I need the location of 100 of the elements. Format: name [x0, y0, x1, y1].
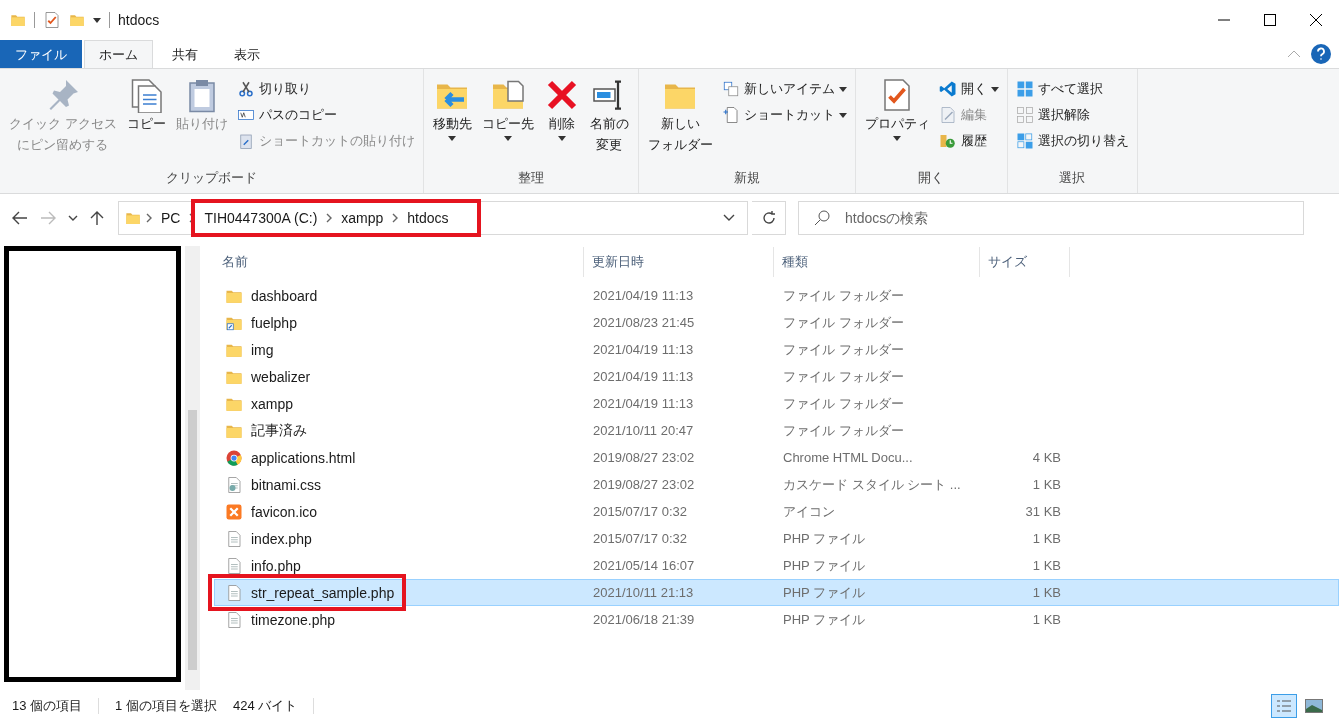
caret-icon[interactable]: [93, 17, 101, 23]
file-icon: [225, 610, 243, 629]
ribbon-button[interactable]: 削除: [540, 73, 583, 169]
ribbon-button[interactable]: 移動先: [429, 73, 475, 169]
minimize-icon: [1218, 19, 1230, 21]
file-row[interactable]: index.php 2015/07/17 0:32 PHP ファイル 1 KB: [214, 525, 1339, 552]
table-cell-text: PHP ファイル: [782, 610, 867, 629]
file-row[interactable]: bitnami.css 2019/08/27 23:02 カスケード スタイル シート ... 1 KB: [214, 471, 1339, 498]
ribbon-button[interactable]: 切り取り: [234, 77, 417, 101]
breadcrumb[interactable]: htdocs: [399, 210, 457, 226]
chevron-icon: [391, 213, 400, 223]
table-cell-text: 2021/10/11 20:47: [592, 423, 695, 438]
breadcrumb[interactable]: xampp: [333, 210, 392, 226]
file-name: timezone.php: [215, 610, 585, 629]
group-label: 開く: [917, 169, 946, 187]
column-header[interactable]: 更新日時: [584, 247, 774, 277]
file-row[interactable]: timezone.php 2021/06/18 21:39 PHP ファイル 1 KB: [214, 606, 1339, 633]
search-field[interactable]: htdocsの検索: [798, 201, 1304, 235]
file-row[interactable]: dashboard 2021/04/19 11:13 ファイル フォルダー: [214, 282, 1339, 309]
half-grid-icon: [1015, 132, 1034, 150]
file-name: fuelphp: [215, 313, 585, 332]
column-header[interactable]: 名前: [214, 247, 584, 277]
search-icon: [814, 210, 830, 226]
ribbon-button[interactable]: すべて選択: [1013, 77, 1131, 101]
empty-grid-icon: [1015, 106, 1034, 124]
list-icon: [1276, 699, 1292, 713]
file-name: favicon.ico: [215, 502, 585, 521]
file-row[interactable]: webalizer 2021/04/19 11:13 ファイル フォルダー: [214, 363, 1339, 390]
ribbon-button[interactable]: コピー: [123, 73, 169, 169]
chevron-icon: [145, 213, 153, 223]
table-cell-text: 1 KB: [1031, 612, 1062, 627]
ribbon-button[interactable]: 選択の切り替え: [1013, 129, 1131, 153]
file-row[interactable]: info.php 2021/05/14 16:07 PHP ファイル 1 KB: [214, 552, 1339, 579]
file-name: index.php: [215, 529, 585, 548]
back-arrow-icon: [12, 211, 28, 225]
table-cell-text: 2021/08/23 21:45: [592, 315, 696, 330]
ribbon-button[interactable]: 新しい フォルダー: [644, 73, 716, 169]
ribbon-button[interactable]: 履歴: [936, 129, 1001, 153]
edit-icon: [938, 106, 957, 124]
file-row[interactable]: applications.html 2019/08/27 23:02 Chrome HTML Docu... 4 KB: [214, 444, 1339, 471]
group-label: 整理: [516, 169, 545, 187]
breadcrumb[interactable]: TIH0447300A (C:): [196, 210, 326, 226]
file-row[interactable]: favicon.ico 2015/07/17 0:32 アイコン 31 KB: [214, 498, 1339, 525]
status-text: 424 バイト: [232, 697, 298, 715]
dropdown-icon[interactable]: [723, 214, 735, 222]
status-text: 1 個の項目を選択: [115, 697, 217, 715]
table-cell-text: 2021/04/19 11:13: [592, 396, 695, 411]
ribbon-button[interactable]: プロパティ: [861, 73, 933, 169]
table-cell-text: 4 KB: [1031, 450, 1062, 465]
folder-icon: [10, 12, 26, 28]
file-name: bitnami.css: [215, 475, 585, 494]
table-cell-text: 1 KB: [1031, 558, 1062, 573]
code-editor-icon: [938, 80, 957, 98]
checked-document-icon: [43, 11, 61, 29]
table-cell-text: PHP ファイル: [782, 556, 867, 575]
refresh-icon: [760, 210, 777, 226]
table-cell-text: 2021/06/18 21:39: [592, 612, 696, 627]
ribbon-tab[interactable]: ファイル: [0, 40, 82, 68]
file-row[interactable]: 記事済み 2021/10/11 20:47 ファイル フォルダー: [214, 417, 1339, 444]
file-row[interactable]: str_repeat_sample.php 2021/10/11 21:13 PHP ファイル 1 KB: [214, 579, 1339, 606]
breadcrumb[interactable]: PC: [153, 210, 189, 226]
table-cell-text: 2021/04/19 11:13: [592, 288, 695, 303]
shortcut-icon: [721, 106, 740, 124]
folder-icon: [125, 210, 141, 226]
ribbon-button[interactable]: パスのコピー: [234, 103, 417, 127]
table-cell-text: カスケード スタイル シート ...: [782, 475, 962, 494]
file-row[interactable]: fuelphp 2021/08/23 21:45 ファイル フォルダー: [214, 309, 1339, 336]
file-icon: [225, 583, 243, 602]
scrollbar[interactable]: [185, 246, 200, 690]
column-header[interactable]: サイズ: [980, 247, 1070, 277]
ribbon-button[interactable]: 選択解除: [1013, 103, 1131, 127]
status-text: 13 個の項目: [12, 697, 83, 715]
table-cell-text: 2015/07/17 0:32: [592, 531, 688, 546]
table-cell-text: 1 KB: [1031, 585, 1062, 600]
column-header[interactable]: 種類: [774, 247, 980, 277]
refresh-button[interactable]: [752, 201, 786, 235]
help-icon[interactable]: [1311, 44, 1331, 64]
ribbon-button[interactable]: 名前の 変更: [586, 73, 632, 169]
file-name: img: [215, 340, 585, 359]
ribbon-button[interactable]: 開く: [936, 77, 1001, 101]
ribbon-button[interactable]: 新しいアイテム: [719, 77, 849, 101]
file-name: info.php: [215, 556, 585, 575]
table-cell-text: アイコン: [782, 502, 836, 521]
grid-icon: [1015, 80, 1034, 98]
ribbon-button[interactable]: ショートカット: [719, 103, 849, 127]
table-cell-text: 2015/07/17 0:32: [592, 504, 688, 519]
file-row[interactable]: img 2021/04/19 11:13 ファイル フォルダー: [214, 336, 1339, 363]
ribbon-button[interactable]: コピー先: [478, 73, 537, 169]
address-bar[interactable]: PC TIH0447300A (C:) xampp htdocs: [118, 201, 748, 235]
ribbon-tab[interactable]: ホーム: [84, 40, 153, 68]
table-cell-text: ファイル フォルダー: [782, 286, 905, 305]
table-cell-text: 2021/10/11 21:13: [592, 585, 695, 600]
new-item-icon: [721, 80, 740, 98]
file-icon: [225, 556, 243, 575]
table-cell-text: Chrome HTML Docu...: [782, 450, 914, 465]
group-label: 新規: [732, 169, 761, 187]
chevron-down-icon: [68, 215, 78, 221]
file-name: applications.html: [215, 448, 585, 467]
file-name: webalizer: [215, 367, 585, 386]
file-row[interactable]: xampp 2021/04/19 11:13 ファイル フォルダー: [214, 390, 1339, 417]
